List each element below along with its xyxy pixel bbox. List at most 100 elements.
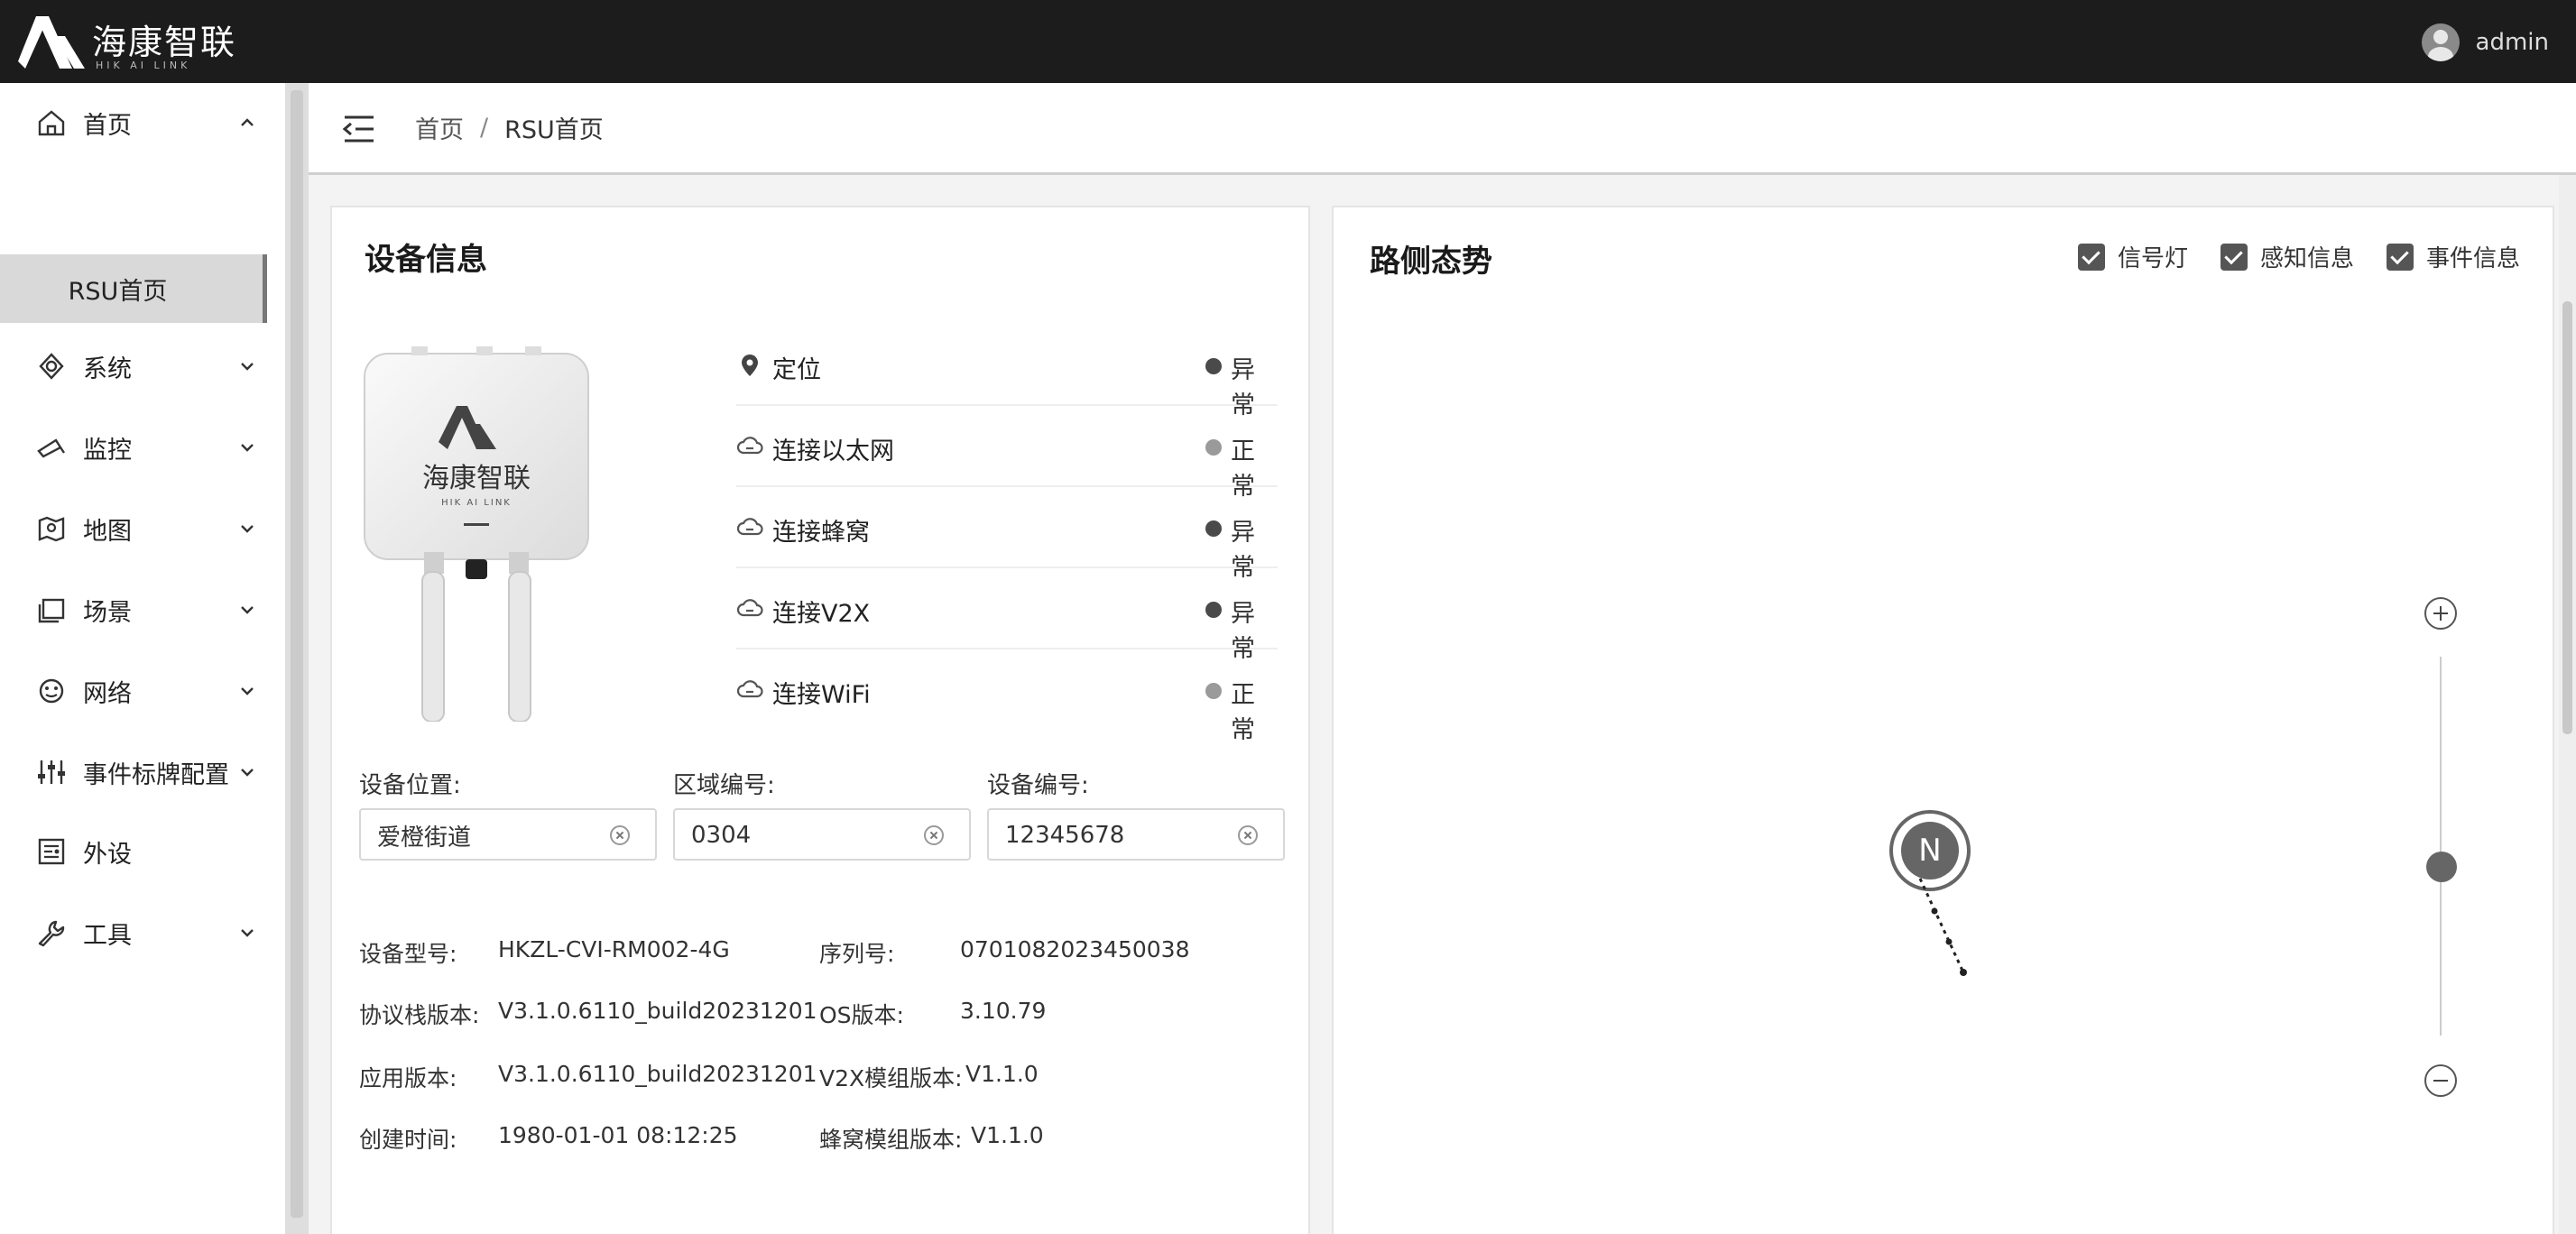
status-row-location: 定位 异常: [736, 325, 1278, 419]
zoom-slider-thumb[interactable]: [2426, 852, 2457, 882]
chevron-down-icon[interactable]: [236, 599, 258, 621]
status-row-wifi: 连接WiFi 正常: [736, 649, 1278, 744]
breadcrumb-current: RSU首页: [504, 116, 604, 144]
cloud-link-icon: [736, 680, 763, 698]
info-value: V1.1.0: [971, 1122, 1044, 1148]
top-bar: 海康智联 HIK AI LINK admin: [0, 0, 2576, 83]
area-code-input[interactable]: [691, 819, 917, 852]
status-row-v2x: 连接V2X 异常: [736, 568, 1278, 663]
device-image-brand: 海康智联: [422, 463, 531, 494]
sidebar-item-label: 监控: [83, 436, 132, 465]
sidebar-item-monitor[interactable]: 监控: [0, 408, 285, 487]
chevron-down-icon[interactable]: [236, 922, 258, 944]
checkbox-event-info[interactable]: 事件信息: [2386, 240, 2520, 273]
menu-collapse-icon[interactable]: [341, 112, 377, 146]
sidebar-item-label: 首页: [83, 111, 132, 140]
clear-icon[interactable]: [610, 825, 630, 845]
chevron-down-icon[interactable]: [236, 437, 258, 458]
monitor-icon: [37, 438, 65, 458]
road-situation-panel: 路侧态势 信号灯 感知信息 事件信息 N: [1332, 206, 2554, 1234]
field-device-number: 设备编号:: [987, 767, 1285, 861]
cloud-link-icon: [736, 518, 763, 536]
chevron-down-icon[interactable]: [236, 680, 258, 702]
status-row-cellular: 连接蜂窝 异常: [736, 487, 1278, 582]
rsu-device-image: 海康智联 HIK AI LINK: [364, 346, 589, 722]
sidebar-subitem-label: RSU首页: [68, 277, 168, 306]
zoom-in-icon[interactable]: [2424, 597, 2457, 630]
checkbox-checked-icon[interactable]: [2220, 243, 2248, 271]
info-value: 1980-01-01 08:12:25: [498, 1122, 738, 1148]
info-value: V3.1.0.6110_build20231201: [498, 1061, 817, 1087]
wrench-icon: [38, 920, 65, 947]
main-scrollbar[interactable]: [2559, 175, 2576, 1234]
panel-title-road-situation: 路侧态势: [1370, 244, 1492, 280]
status-dot: [1205, 602, 1222, 618]
logo[interactable]: 海康智联 HIK AI LINK: [18, 13, 253, 72]
compass-north-label: N: [1901, 822, 1959, 879]
chevron-down-icon[interactable]: [236, 761, 258, 783]
user-name[interactable]: admin: [2476, 29, 2549, 56]
sidebar-item-tools[interactable]: 工具: [0, 893, 285, 972]
status-dot: [1205, 358, 1222, 374]
zoom-out-icon[interactable]: [2424, 1064, 2457, 1097]
status-dot: [1205, 439, 1222, 456]
user-menu[interactable]: admin: [2421, 23, 2549, 61]
breadcrumb-home[interactable]: 首页: [415, 110, 464, 145]
breadcrumb-separator: /: [480, 114, 489, 142]
sidebar-item-network[interactable]: 网络: [0, 651, 285, 731]
sidebar-item-event-sign-config[interactable]: 事件标牌配置: [0, 732, 285, 812]
status-label: 连接以太网: [772, 437, 894, 465]
info-label: 蜂窝模组版本:: [819, 1127, 963, 1153]
info-label: 创建时间:: [359, 1127, 457, 1153]
field-box: [987, 808, 1285, 861]
sidebar-item-peripheral[interactable]: 外设: [0, 812, 285, 891]
sidebar-item-scene[interactable]: 场景: [0, 570, 285, 649]
main-scroll-thumb[interactable]: [2562, 301, 2572, 734]
sidebar-item-label: 地图: [83, 517, 132, 546]
field-label: 区域编号:: [673, 772, 775, 799]
device-image-brand-sub: HIK AI LINK: [441, 498, 512, 508]
chevron-up-icon[interactable]: [236, 112, 258, 134]
sidebar-subitem-rsu-home[interactable]: RSU首页: [0, 254, 267, 323]
sidebar-scroll-thumb[interactable]: [291, 90, 303, 1218]
sidebar-scrollbar[interactable]: [285, 83, 309, 1234]
chevron-down-icon[interactable]: [236, 518, 258, 539]
field-area-code: 区域编号:: [673, 767, 971, 861]
map-icon: [38, 516, 65, 542]
checkbox-perception-info[interactable]: 感知信息: [2220, 240, 2354, 273]
status-dot: [1205, 683, 1222, 699]
status-dot: [1205, 520, 1222, 537]
device-info-panel: 设备信息 海康智联 HIK AI LINK 定位 异常 连接以太网 正常 连接蜂…: [330, 206, 1310, 1234]
zoom-slider-track[interactable]: [2440, 657, 2442, 1036]
info-label: 协议栈版本:: [359, 1002, 480, 1028]
home-icon: [38, 110, 65, 136]
network-icon: [39, 678, 64, 704]
scene-icon: [38, 598, 65, 623]
info-value: V3.1.0.6110_build20231201: [498, 998, 817, 1024]
clear-icon[interactable]: [924, 825, 944, 845]
info-label: 设备型号:: [359, 941, 457, 967]
clear-icon[interactable]: [1238, 825, 1258, 845]
info-value: 0701082023450038: [960, 936, 1190, 962]
sidebar-item-system[interactable]: 系统: [0, 327, 285, 406]
sidebar-item-label: 事件标牌配置: [83, 760, 229, 789]
status-label: 连接蜂窝: [772, 519, 870, 547]
sidebar-item-label: 外设: [83, 840, 132, 869]
sidebar-item-home[interactable]: 首页: [0, 83, 285, 162]
chevron-down-icon[interactable]: [236, 355, 258, 377]
system-icon: [39, 353, 64, 380]
device-location-input[interactable]: [377, 819, 603, 852]
checkbox-checked-icon[interactable]: [2386, 243, 2414, 271]
checkbox-checked-icon[interactable]: [2077, 243, 2105, 271]
checkbox-signal-light[interactable]: 信号灯: [2077, 240, 2188, 273]
field-box: [359, 808, 657, 861]
panel-title-device-info: 设备信息: [365, 242, 487, 278]
avatar[interactable]: [2421, 23, 2460, 61]
breadcrumb-bar: 首页 / RSU首页: [309, 83, 2576, 175]
sidebar: 首页 RSU首页 系统 监控 地图 场景 网络 事件标牌配置 外设 工具: [0, 83, 285, 1234]
sidebar-item-map[interactable]: 地图: [0, 489, 285, 568]
device-number-input[interactable]: [1005, 819, 1231, 852]
info-label: V2X模组版本:: [819, 1065, 963, 1091]
logo-mark-icon: [18, 16, 85, 69]
sidebar-item-label: 系统: [83, 355, 132, 383]
